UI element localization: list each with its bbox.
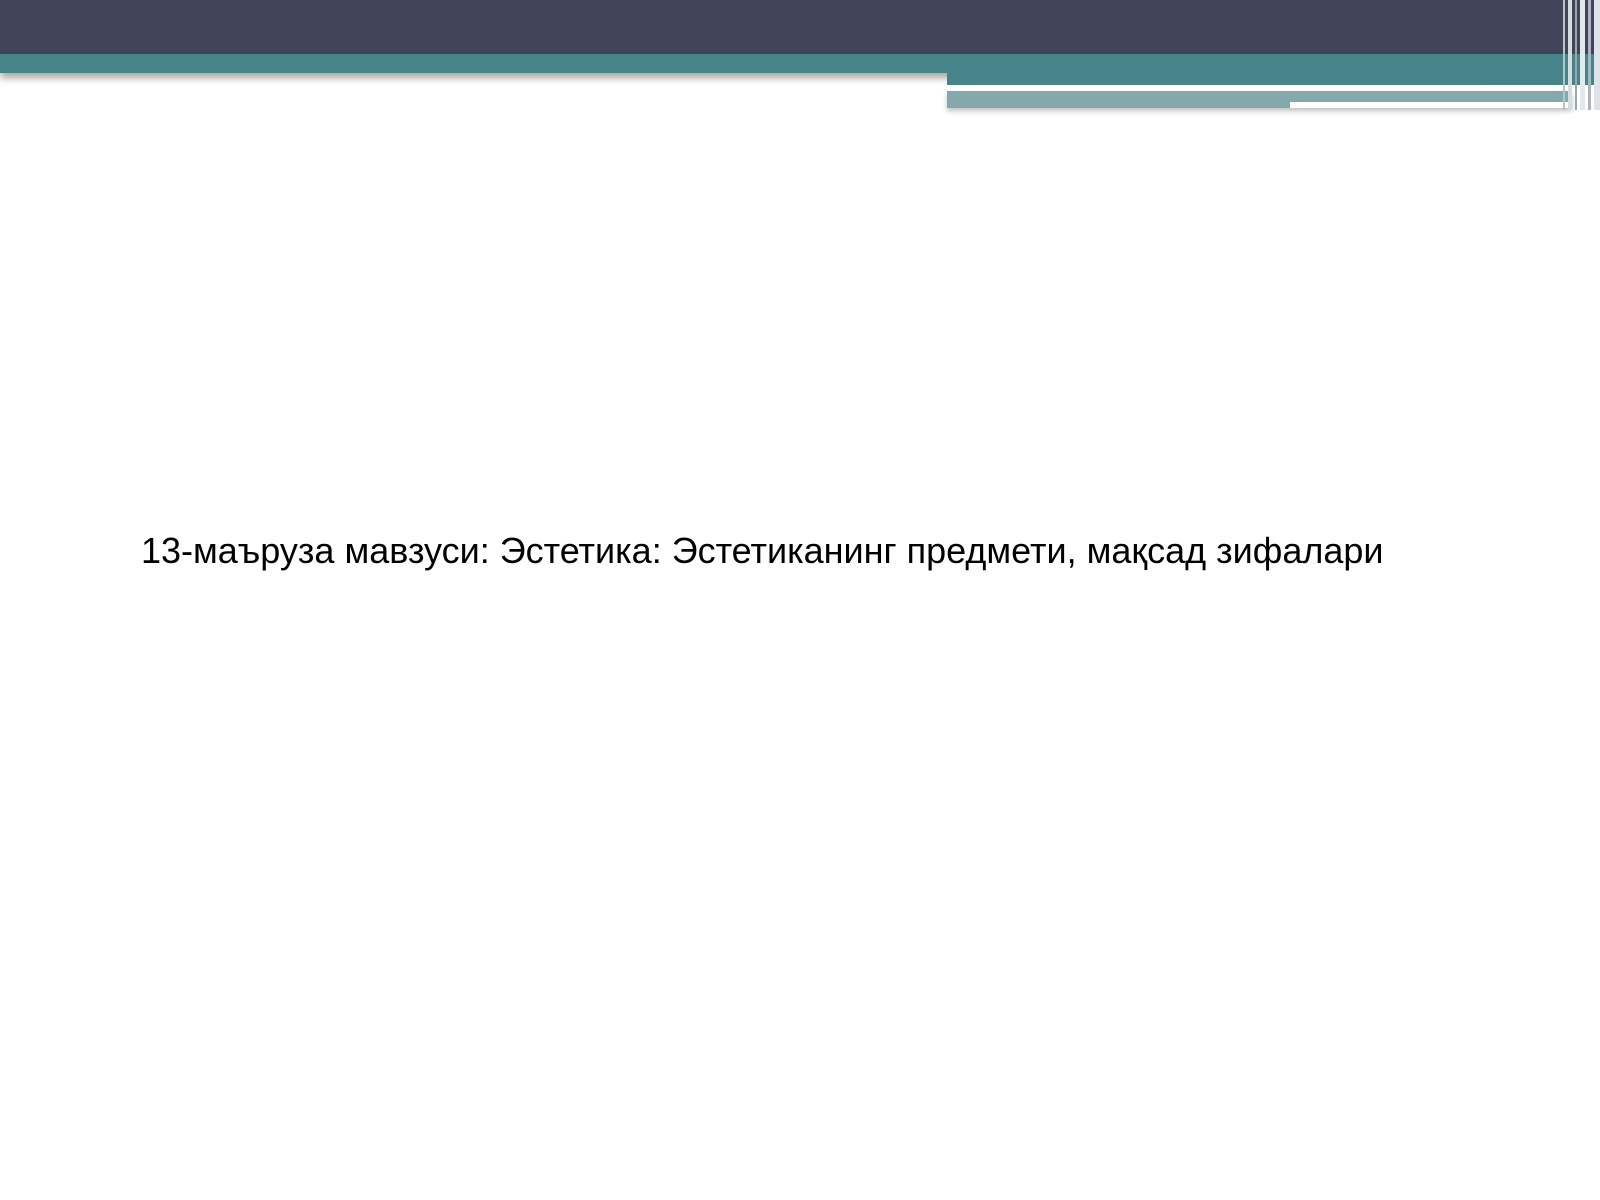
decorative-bar xyxy=(1568,0,1572,110)
decorative-bar xyxy=(1580,0,1585,110)
decorative-bar xyxy=(1594,0,1600,110)
decorative-vertical-bars xyxy=(1552,0,1600,110)
slide: 13-маъруза мавзуси: Эстетика: Эстетикани… xyxy=(0,0,1600,1200)
slide-title: 13-маъруза мавзуси: Эстетика: Эстетикани… xyxy=(141,530,1384,571)
decorative-bar xyxy=(1575,0,1577,110)
decorative-bar xyxy=(1588,0,1591,110)
decorative-bar xyxy=(1563,0,1565,110)
header-white-stripe-lower xyxy=(1290,102,1570,108)
header-dark-band xyxy=(0,0,1600,54)
header-teal-extension xyxy=(947,68,1600,85)
